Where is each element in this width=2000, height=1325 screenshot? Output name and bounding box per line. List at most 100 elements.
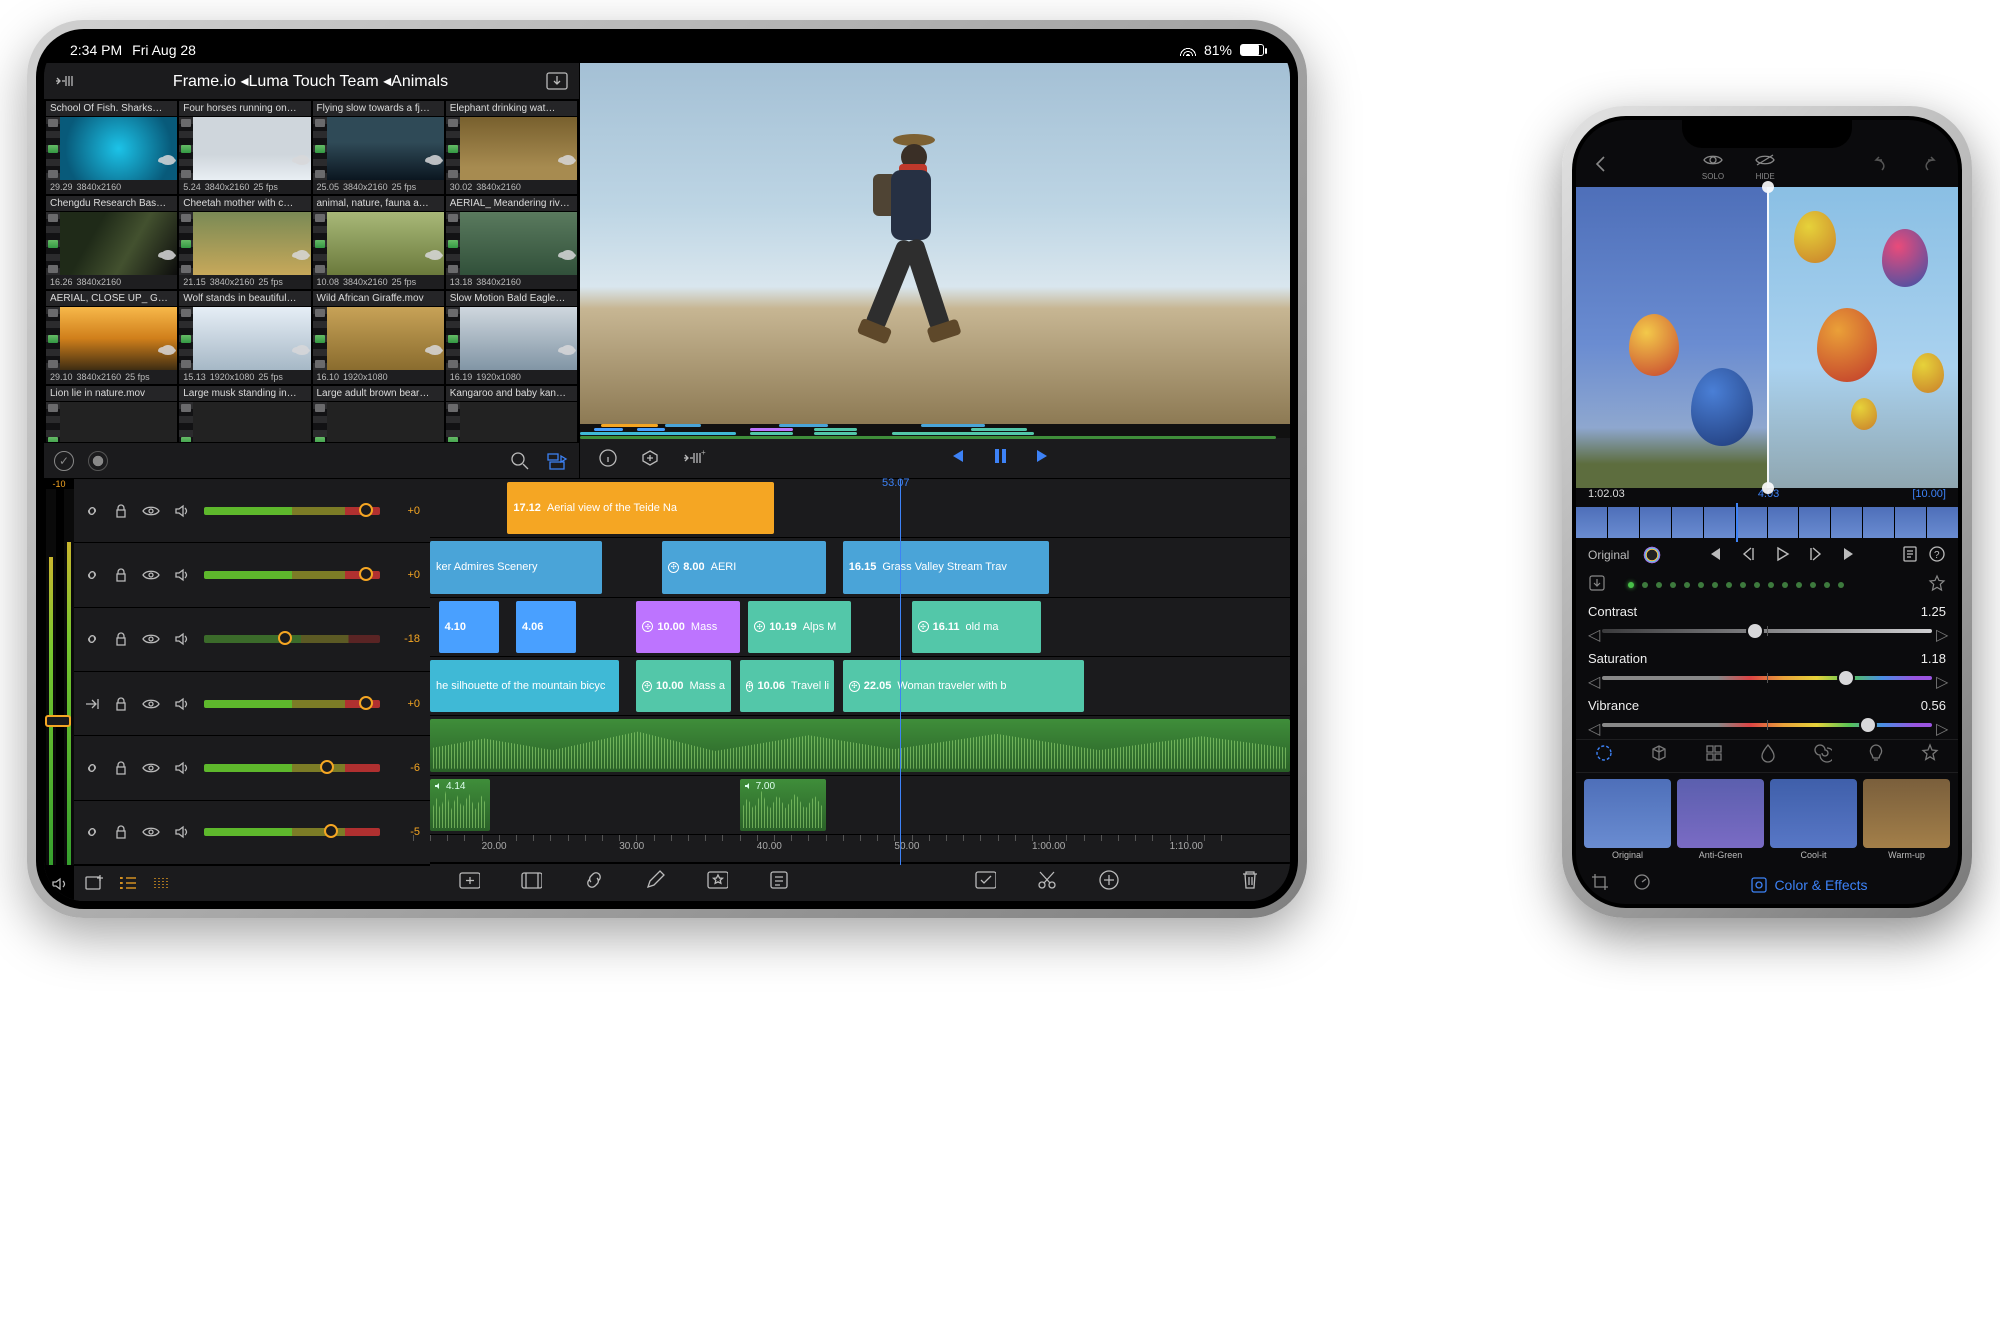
pager-dot[interactable] [1712,582,1718,588]
timeline-clip[interactable]: 4.06 [516,601,576,653]
meters-view-button[interactable] [152,875,172,891]
timeline-clip[interactable]: ✣8.00AERI [662,541,825,593]
download-preset-button[interactable] [1588,574,1606,597]
add-track-button[interactable] [84,874,104,892]
audio-sources-icon[interactable]: + [682,449,706,467]
timeline-row[interactable]: he silhouette of the mountain bicyc✣10.0… [430,657,1290,716]
timeline-clip[interactable]: ✣10.00Mass a [636,660,731,712]
track-mute-icon[interactable] [174,503,190,519]
pager-dot[interactable] [1838,582,1844,588]
pager-dot[interactable] [1810,582,1816,588]
approve-button[interactable] [974,869,996,896]
master-fader-knob[interactable] [45,715,71,727]
pager-dot[interactable] [1642,582,1648,588]
import-button[interactable] [545,71,569,91]
add-clip-button[interactable] [458,869,480,896]
prev-clip-button[interactable] [947,447,965,470]
playhead[interactable] [900,479,901,865]
fader-knob[interactable] [359,503,373,517]
favorite-button[interactable] [706,869,728,896]
timeline-row[interactable]: 4.104.06✣10.00Mass✣10.19Alps M✣16.11old … [430,598,1290,657]
tab-spiral-icon[interactable] [1812,743,1832,768]
record-indicator[interactable] [88,451,108,471]
library-clip[interactable]: Wolf stands in beautiful… 15.13 1920x108… [179,291,310,384]
fader-knob[interactable] [359,696,373,710]
slider-rail[interactable]: ◁ ▷ [1588,717,1946,733]
help-button[interactable]: ? [1928,545,1946,566]
library-clip[interactable]: AERIAL_ Meandering riv… 13.18 3840x2160 [446,196,577,289]
delete-button[interactable] [1240,869,1262,896]
pager-dot[interactable] [1740,582,1746,588]
slider-decrease-icon[interactable]: ◁ [1588,625,1598,637]
track-visibility-icon[interactable] [142,826,160,838]
track-visibility-icon[interactable] [142,633,160,645]
timeline-row[interactable] [430,716,1290,775]
timeline-clip[interactable]: ker Admires Scenery [430,541,602,593]
split-compare-handle[interactable] [1767,187,1769,488]
track-visibility-icon[interactable] [142,569,160,581]
timeline-clip[interactable]: ✣10.00Mass [636,601,739,653]
track-visibility-icon[interactable] [142,505,160,517]
library-clip[interactable]: Cheetah mother with c… 21.15 3840x2160 2… [179,196,310,289]
pager-dot[interactable] [1782,582,1788,588]
timeline-clip[interactable]: ✣10.06Travel li [740,660,835,712]
track-visibility-icon[interactable] [142,698,160,710]
preset-anti-green[interactable]: Anti-Green [1677,779,1764,860]
step-fwd-button[interactable] [1808,546,1824,565]
timeline-clip[interactable]: 17.12Aerial view of the Teide Na [507,482,774,534]
solo-button[interactable]: SOLO [1702,153,1724,181]
step-back-button[interactable] [1740,546,1756,565]
timeline-audio-clip[interactable]: 7.00 [740,779,826,831]
timeline-audio-clip[interactable]: 4.14 [430,779,490,831]
library-clip[interactable]: Kangaroo and baby kan… [446,386,577,442]
slider-knob[interactable] [1748,624,1762,638]
go-end-button[interactable] [1842,546,1858,565]
speed-button[interactable] [1632,872,1652,897]
track-lock-icon[interactable] [114,824,128,840]
timeline-clip[interactable]: ✣16.11old ma [912,601,1041,653]
timeline-row[interactable]: 17.12Aerial view of the Teide Na [430,479,1290,538]
pager-dot[interactable] [1698,582,1704,588]
library-clip[interactable]: School Of Fish. Sharks… 29.29 3840x2160 [46,101,177,194]
preset-warm-up[interactable]: Warm-up [1863,779,1950,860]
track-link-icon[interactable] [84,824,100,840]
tab-bulb-icon[interactable] [1867,743,1885,768]
back-button[interactable] [1594,155,1608,178]
track-fader[interactable] [204,764,380,772]
link-button[interactable] [582,869,604,896]
cut-button[interactable] [1036,869,1058,896]
library-clip[interactable]: Four horses running on… 5.24 3840x2160 2… [179,101,310,194]
preset-cool-it[interactable]: Cool-it [1770,779,1857,860]
timeline-row[interactable]: 4.14 7.00 [430,776,1290,835]
media-button[interactable] [520,869,542,896]
fader-knob[interactable] [359,567,373,581]
library-clip[interactable]: AERIAL, CLOSE UP_ Gol… 29.10 3840x2160 2… [46,291,177,384]
track-mute-icon[interactable] [174,567,190,583]
slider-decrease-icon[interactable]: ◁ [1588,719,1598,731]
edit-button[interactable] [644,869,666,896]
track-lock-icon[interactable] [114,503,128,519]
timeline-row[interactable]: ker Admires Scenery ✣8.00AERI 16.15Grass V… [430,538,1290,597]
favorite-star-button[interactable] [1928,574,1946,597]
timeline-panel[interactable]: 17.12Aerial view of the Teide Naker Admi… [430,479,1290,901]
library-breadcrumb[interactable]: Frame.io ◂Luma Touch Team ◂Animals [84,71,537,91]
pager-dot[interactable] [1656,582,1662,588]
slider-knob[interactable] [1861,718,1875,732]
library-clip[interactable]: Slow Motion Bald Eagle… 16.19 1920x1080 [446,291,577,384]
timeline-clip[interactable]: 16.15Grass Valley Stream Trav [843,541,1049,593]
track-link-icon[interactable] [84,631,100,647]
mixer-view-button[interactable] [118,875,138,891]
tab-3d-icon[interactable] [1649,743,1669,768]
timeline-ruler[interactable]: 20.0030.0040.0050.001:00.001:10.00 [430,835,1290,863]
filmstrip-playhead[interactable] [1736,503,1738,542]
pager-dot[interactable] [1768,582,1774,588]
track-link-icon[interactable] [84,760,100,776]
info-icon[interactable] [598,448,618,468]
track-insert-icon[interactable] [84,697,100,711]
pager-dot[interactable] [1824,582,1830,588]
slider-rail[interactable]: ◁ ▷ [1588,623,1946,639]
timeline-clip[interactable]: ✣22.05Woman traveler with b [843,660,1084,712]
pager-dot[interactable] [1726,582,1732,588]
timeline-clip[interactable]: 4.10 [439,601,499,653]
track-fader[interactable] [204,828,380,836]
